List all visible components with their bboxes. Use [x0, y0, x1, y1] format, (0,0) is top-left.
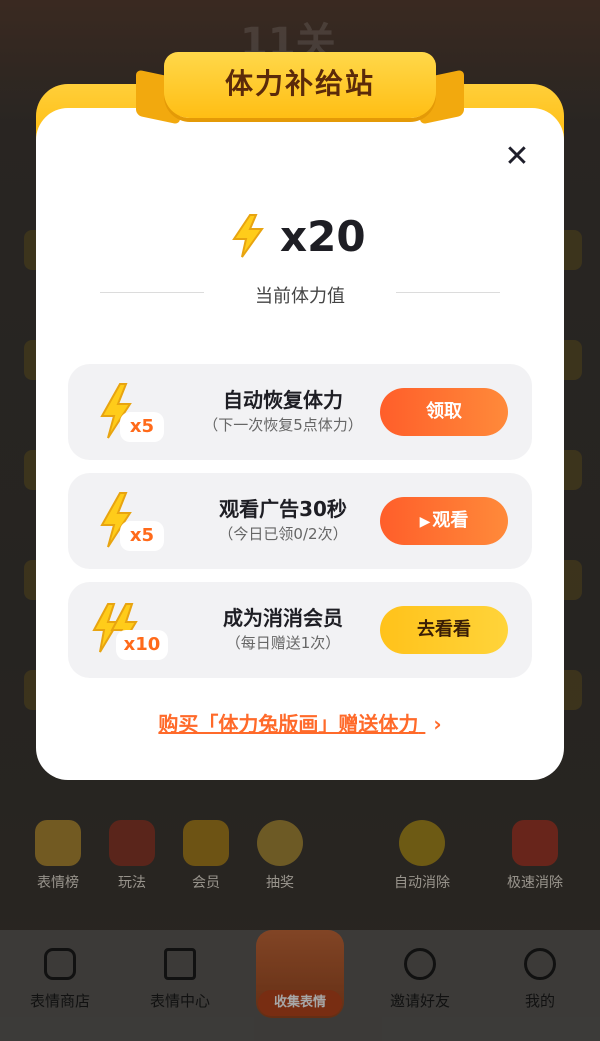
- promo-link[interactable]: 购买「体力兔版画」赠送体力 ›: [100, 708, 500, 737]
- divider: [100, 292, 204, 293]
- energy-value: x20: [280, 211, 366, 261]
- close-icon[interactable]: ✕: [502, 142, 532, 172]
- divider: [396, 292, 500, 293]
- card-title: 成为消消会员: [223, 606, 343, 630]
- multiplier-badge: x10: [116, 630, 168, 660]
- watch-button[interactable]: ▶ 观看: [380, 497, 508, 545]
- card-watch-ad: x5 观看广告30秒 （今日已领0/2次） ▶ 观看: [68, 473, 532, 569]
- card-subtitle: （今日已领0/2次）: [218, 525, 348, 543]
- card-subtitle: （下一次恢复5点体力）: [203, 416, 363, 434]
- chevron-right-icon: ›: [433, 712, 442, 736]
- button-label: 观看: [432, 510, 469, 531]
- play-icon: ▶: [419, 514, 431, 530]
- modal-title: 体力补给站: [224, 67, 375, 100]
- button-label: 去看看: [417, 619, 471, 640]
- promo-text: 购买「体力兔版画」赠送体力: [158, 712, 419, 736]
- multiplier-badge: x5: [120, 521, 164, 551]
- energy-label: 当前体力值: [255, 286, 345, 307]
- card-auto-recover: x5 自动恢复体力 （下一次恢复5点体力） 领取: [68, 364, 532, 460]
- card-title: 自动恢复体力: [223, 388, 343, 412]
- card-membership: x10 成为消消会员 （每日赠送1次） 去看看: [68, 582, 532, 678]
- lightning-icon: [232, 214, 264, 258]
- button-label: 领取: [426, 401, 462, 422]
- energy-display: x20: [230, 208, 366, 264]
- card-title: 观看广告30秒: [219, 497, 347, 521]
- card-subtitle: （每日赠送1次）: [225, 634, 341, 652]
- go-see-button[interactable]: 去看看: [380, 606, 508, 654]
- multiplier-badge: x5: [120, 412, 164, 442]
- claim-button[interactable]: 领取: [380, 388, 508, 436]
